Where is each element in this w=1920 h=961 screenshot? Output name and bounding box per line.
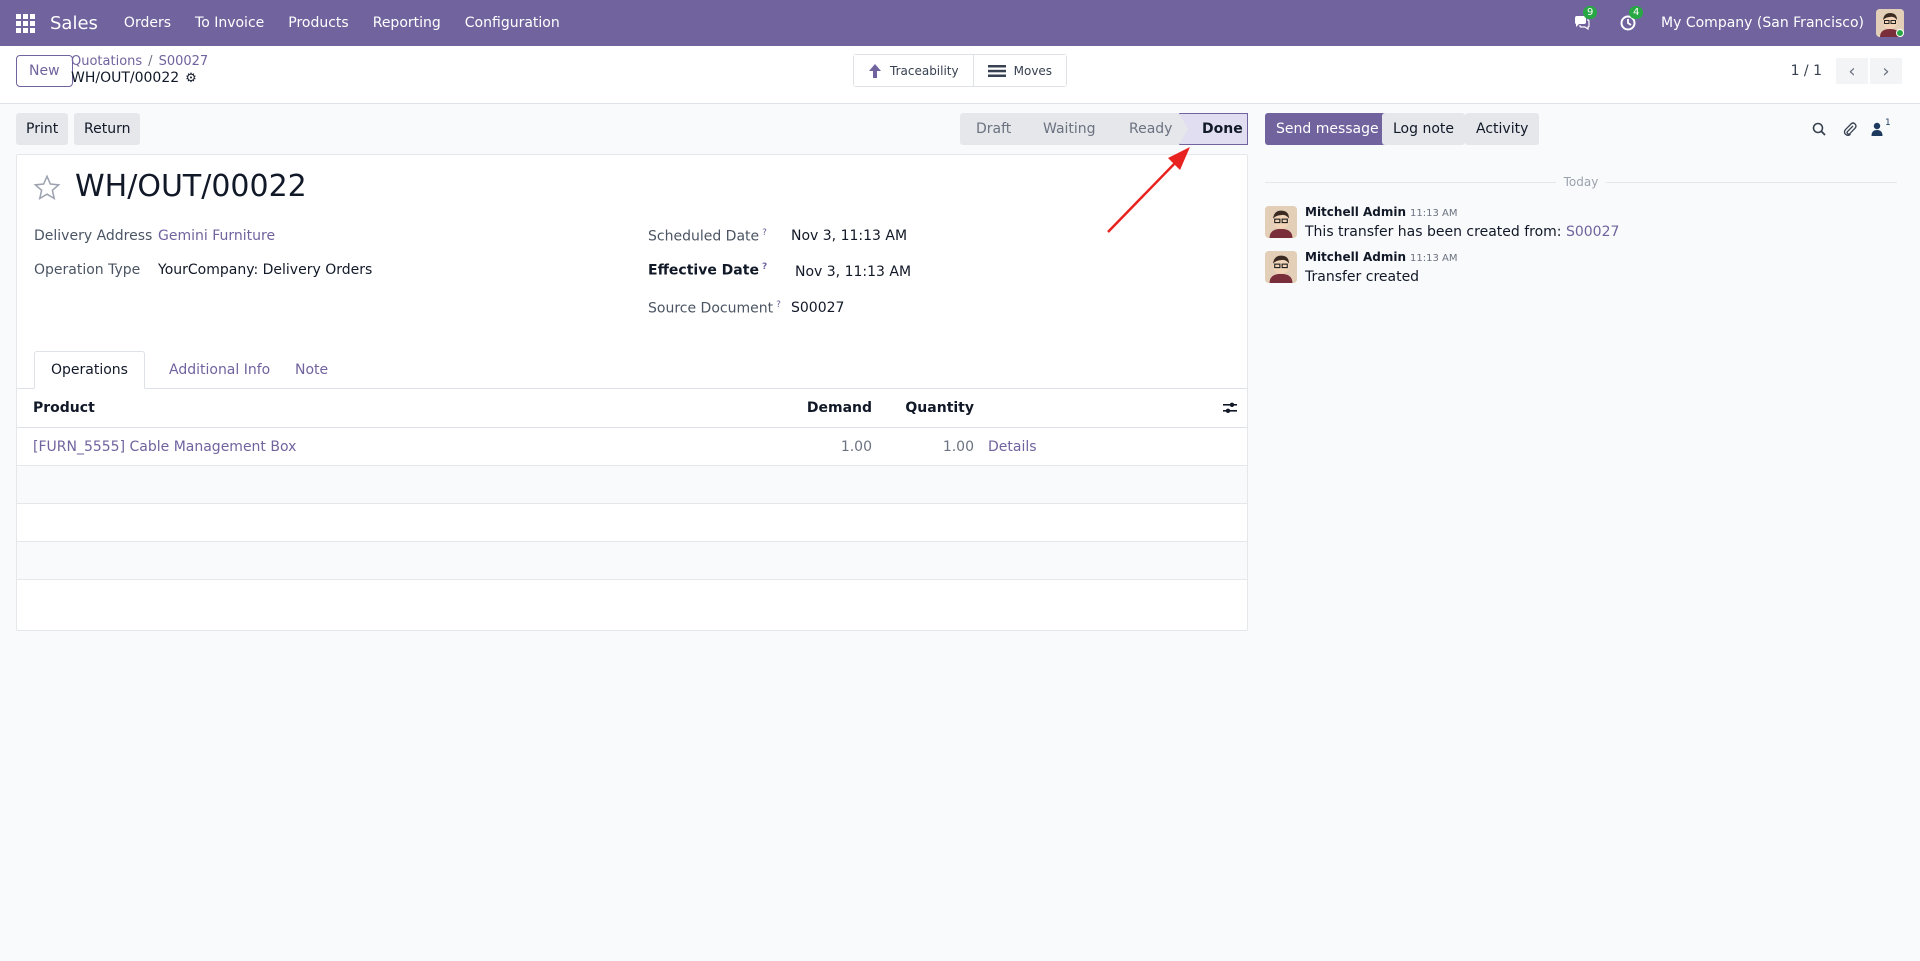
column-product[interactable]: Product	[33, 389, 95, 427]
record-title: WH/OUT/00022	[75, 169, 307, 204]
menu-to-invoice[interactable]: To Invoice	[183, 15, 276, 31]
notebook-tabs: Operations Additional Info Note	[17, 351, 1247, 389]
tab-note[interactable]: Note	[279, 351, 344, 389]
message-author[interactable]: Mitchell Admin 11:13 AM	[1305, 205, 1458, 219]
main-menu: Orders To Invoice Products Reporting Con…	[112, 15, 572, 31]
traceability-button[interactable]: Traceability	[854, 55, 973, 86]
column-quantity[interactable]: Quantity	[877, 389, 974, 427]
smart-buttons: Traceability Moves	[853, 54, 1068, 87]
table-row[interactable]: [FURN_5555] Cable Management Box 1.00 1.…	[17, 428, 1247, 466]
delivery-address-value[interactable]: Gemini Furniture	[158, 228, 275, 244]
scheduled-date-label: Scheduled Date?	[648, 228, 767, 245]
source-document-label-text: Source Document	[648, 300, 774, 317]
user-avatar[interactable]	[1876, 9, 1904, 37]
help-tooltip-icon[interactable]: ?	[776, 300, 781, 310]
form-sheet: WH/OUT/00022 Delivery Address Gemini Fur…	[16, 154, 1248, 631]
breadcrumb: Quotations / S00027	[71, 54, 209, 69]
quantity-cell[interactable]: 1.00	[877, 428, 974, 465]
operation-type-label: Operation Type	[34, 262, 141, 278]
message-link[interactable]: S00027	[1566, 224, 1619, 240]
breadcrumb-order[interactable]: S00027	[159, 54, 209, 69]
app-name[interactable]: Sales	[50, 13, 98, 34]
table-row-empty	[17, 504, 1247, 542]
search-icon[interactable]	[1809, 119, 1829, 139]
print-button[interactable]: Print	[16, 113, 69, 145]
send-message-button[interactable]: Send message	[1265, 113, 1390, 145]
control-panel: New Quotations / S00027 WH/OUT/00022 ⚙ Tra…	[0, 46, 1920, 104]
tab-operations[interactable]: Operations	[34, 351, 145, 389]
gear-icon[interactable]: ⚙	[185, 71, 197, 86]
moves-label: Moves	[1013, 63, 1053, 78]
pager-previous-icon[interactable]: ‹	[1836, 58, 1868, 84]
menu-orders[interactable]: Orders	[112, 15, 183, 31]
annotation-arrow-icon	[1107, 147, 1190, 233]
date-separator-label: Today	[1563, 175, 1599, 189]
table-row-empty	[17, 466, 1247, 504]
message-author-name[interactable]: Mitchell Admin	[1305, 250, 1406, 264]
user-icon	[1871, 122, 1883, 136]
optional-columns-icon[interactable]	[1223, 389, 1237, 427]
demand-cell[interactable]: 1.00	[617, 428, 872, 465]
top-navbar: Sales Orders To Invoice Products Reporti…	[0, 0, 1920, 46]
effective-date-label: Effective Date?	[648, 262, 767, 279]
record-name: WH/OUT/00022 ⚙	[71, 70, 197, 86]
return-button[interactable]: Return	[74, 113, 141, 145]
record-name-text: WH/OUT/00022	[71, 70, 180, 86]
column-demand[interactable]: Demand	[617, 389, 872, 427]
followers-count: 1	[1885, 118, 1891, 128]
log-note-button[interactable]: Log note	[1382, 113, 1465, 145]
activity-button[interactable]: Activity	[1465, 113, 1540, 145]
product-cell[interactable]: [FURN_5555] Cable Management Box	[33, 428, 296, 465]
followers-button[interactable]: 1	[1871, 118, 1899, 139]
message-text: This transfer has been created from:	[1305, 224, 1566, 240]
arrow-up-icon	[869, 63, 881, 78]
date-separator: Today	[1265, 172, 1897, 192]
scheduled-date-label-text: Scheduled Date	[648, 228, 760, 245]
message-time: 11:13 AM	[1410, 208, 1458, 219]
pager-next-icon[interactable]: ›	[1870, 58, 1902, 84]
company-switcher[interactable]: My Company (San Francisco)	[1661, 15, 1864, 31]
scheduled-date-value[interactable]: Nov 3, 11:13 AM	[791, 228, 907, 244]
stage-waiting[interactable]: Waiting	[1021, 113, 1116, 145]
delivery-address-label: Delivery Address	[34, 228, 153, 244]
tab-additional-info[interactable]: Additional Info	[153, 351, 286, 389]
operation-type-value[interactable]: YourCompany: Delivery Orders	[158, 262, 372, 278]
messages-badge: 9	[1583, 6, 1598, 19]
pager-value[interactable]: 1 / 1	[1791, 63, 1822, 79]
activities-systray[interactable]: 4	[1617, 6, 1644, 34]
message-time: 11:13 AM	[1410, 253, 1458, 264]
moves-button[interactable]: Moves	[972, 55, 1067, 86]
paperclip-icon[interactable]	[1840, 119, 1860, 139]
stage-draft[interactable]: Draft	[960, 113, 1030, 145]
breadcrumb-quotations[interactable]: Quotations	[71, 54, 142, 69]
avatar[interactable]	[1265, 251, 1297, 283]
star-icon[interactable]	[33, 174, 61, 202]
message-body: Transfer created	[1305, 269, 1420, 285]
new-button[interactable]: New	[16, 55, 73, 87]
systray: 9 4 My Company (San Francisco)	[1559, 0, 1920, 46]
message-body: This transfer has been created from: S00…	[1305, 224, 1619, 240]
menu-reporting[interactable]: Reporting	[361, 15, 453, 31]
source-document-value[interactable]: S00027	[791, 300, 844, 316]
table-row-empty	[17, 542, 1247, 580]
message-author-name[interactable]: Mitchell Admin	[1305, 205, 1406, 219]
operations-table: Product Demand Quantity [FURN_5555] Cabl…	[17, 389, 1247, 580]
activities-badge: 4	[1629, 6, 1644, 19]
pager: 1 / 1 ‹ ›	[1791, 58, 1902, 84]
avatar[interactable]	[1265, 206, 1297, 238]
menu-products[interactable]: Products	[276, 15, 360, 31]
messages-systray[interactable]: 9	[1571, 6, 1598, 34]
source-document-label: Source Document?	[648, 300, 781, 317]
effective-date-value[interactable]: Nov 3, 11:13 AM	[795, 264, 911, 280]
help-tooltip-icon[interactable]: ?	[762, 228, 767, 238]
apps-menu-icon[interactable]	[16, 13, 36, 33]
table-header: Product Demand Quantity	[17, 389, 1247, 428]
message-author[interactable]: Mitchell Admin 11:13 AM	[1305, 250, 1458, 264]
menu-configuration[interactable]: Configuration	[453, 15, 572, 31]
traceability-label: Traceability	[890, 63, 959, 78]
effective-date-label-text: Effective Date	[648, 262, 759, 279]
details-button[interactable]: Details	[988, 428, 1037, 465]
list-icon	[987, 64, 1006, 77]
help-tooltip-icon[interactable]: ?	[762, 262, 767, 272]
